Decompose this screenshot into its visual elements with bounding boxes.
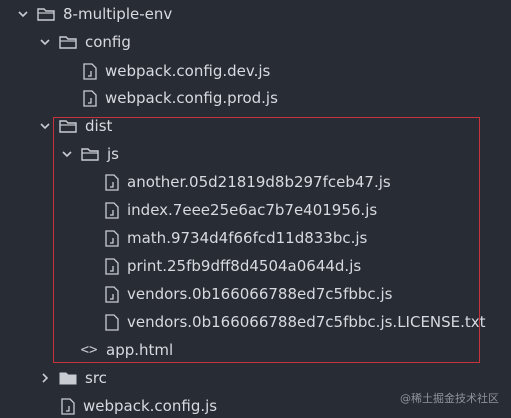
file-icon bbox=[105, 285, 119, 303]
tree-item-label: dist bbox=[85, 117, 113, 135]
code-icon: <> bbox=[80, 342, 98, 358]
tree-item-file[interactable]: vendors.0b166066788ed7c5fbbc.js bbox=[105, 281, 392, 307]
tree-item-file[interactable]: print.25fb9dff8d4504a0644d.js bbox=[105, 253, 361, 279]
chevron-down-icon[interactable] bbox=[39, 36, 51, 48]
file-icon bbox=[105, 173, 119, 191]
tree-item-label: webpack.config.js bbox=[83, 397, 218, 415]
file-icon bbox=[105, 229, 119, 247]
file-icon bbox=[83, 62, 97, 80]
tree-item-label: vendors.0b166066788ed7c5fbbc.js bbox=[127, 285, 393, 303]
text-file-icon bbox=[105, 313, 119, 331]
tree-item-label: print.25fb9dff8d4504a0644d.js bbox=[127, 257, 362, 275]
tree-item-src[interactable]: src bbox=[39, 365, 107, 391]
tree-item-file[interactable]: another.05d21819d8b297fceb47.js bbox=[105, 169, 391, 195]
chevron-down-icon[interactable] bbox=[17, 8, 29, 20]
chevron-right-icon[interactable] bbox=[39, 372, 51, 384]
tree-item-label: config bbox=[85, 33, 131, 51]
folder-open-icon bbox=[59, 35, 77, 49]
file-icon bbox=[105, 257, 119, 275]
tree-item-label: index.7eee25e6ac7b7e401956.js bbox=[127, 201, 378, 219]
chevron-down-icon[interactable] bbox=[39, 120, 51, 132]
chevron-down-icon[interactable] bbox=[61, 148, 73, 160]
watermark: @稀土掘金技术社区 bbox=[400, 392, 499, 405]
tree-item-dist[interactable]: dist bbox=[39, 113, 112, 139]
folder-open-icon bbox=[59, 119, 77, 133]
tree-item-8-multiple-env[interactable]: 8-multiple-env bbox=[17, 1, 172, 27]
file-icon bbox=[105, 201, 119, 219]
file-explorer-tree: 8-multiple-env config webpack.config.dev… bbox=[0, 0, 511, 418]
tree-item-label: another.05d21819d8b297fceb47.js bbox=[127, 173, 391, 191]
tree-item-label: app.html bbox=[106, 341, 174, 359]
tree-item-label: 8-multiple-env bbox=[63, 5, 173, 23]
file-icon bbox=[61, 397, 75, 415]
tree-item-js[interactable]: js bbox=[61, 141, 119, 167]
tree-item-label: webpack.config.dev.js bbox=[105, 62, 271, 80]
tree-item-label: webpack.config.prod.js bbox=[105, 89, 278, 107]
tree-item-app-html[interactable]: <> app.html bbox=[80, 337, 174, 363]
tree-item-file[interactable]: webpack.config.js bbox=[61, 393, 217, 418]
folder-open-icon bbox=[37, 7, 55, 21]
tree-item-file[interactable]: index.7eee25e6ac7b7e401956.js bbox=[105, 197, 377, 223]
folder-open-icon bbox=[81, 147, 99, 161]
tree-item-label: vendors.0b166066788ed7c5fbbc.js.LICENSE.… bbox=[127, 313, 486, 331]
tree-item-config[interactable]: config bbox=[39, 29, 131, 55]
tree-item-file[interactable]: math.9734d4f66fcd11d833bc.js bbox=[105, 225, 367, 251]
folder-icon bbox=[59, 371, 77, 385]
tree-item-file[interactable]: webpack.config.prod.js bbox=[83, 85, 278, 111]
tree-item-file[interactable]: webpack.config.dev.js bbox=[83, 58, 270, 84]
tree-item-label: math.9734d4f66fcd11d833bc.js bbox=[127, 229, 368, 247]
tree-item-label: js bbox=[107, 145, 119, 163]
tree-item-label: src bbox=[85, 369, 107, 387]
file-icon bbox=[83, 89, 97, 107]
tree-item-file[interactable]: vendors.0b166066788ed7c5fbbc.js.LICENSE.… bbox=[105, 309, 486, 335]
